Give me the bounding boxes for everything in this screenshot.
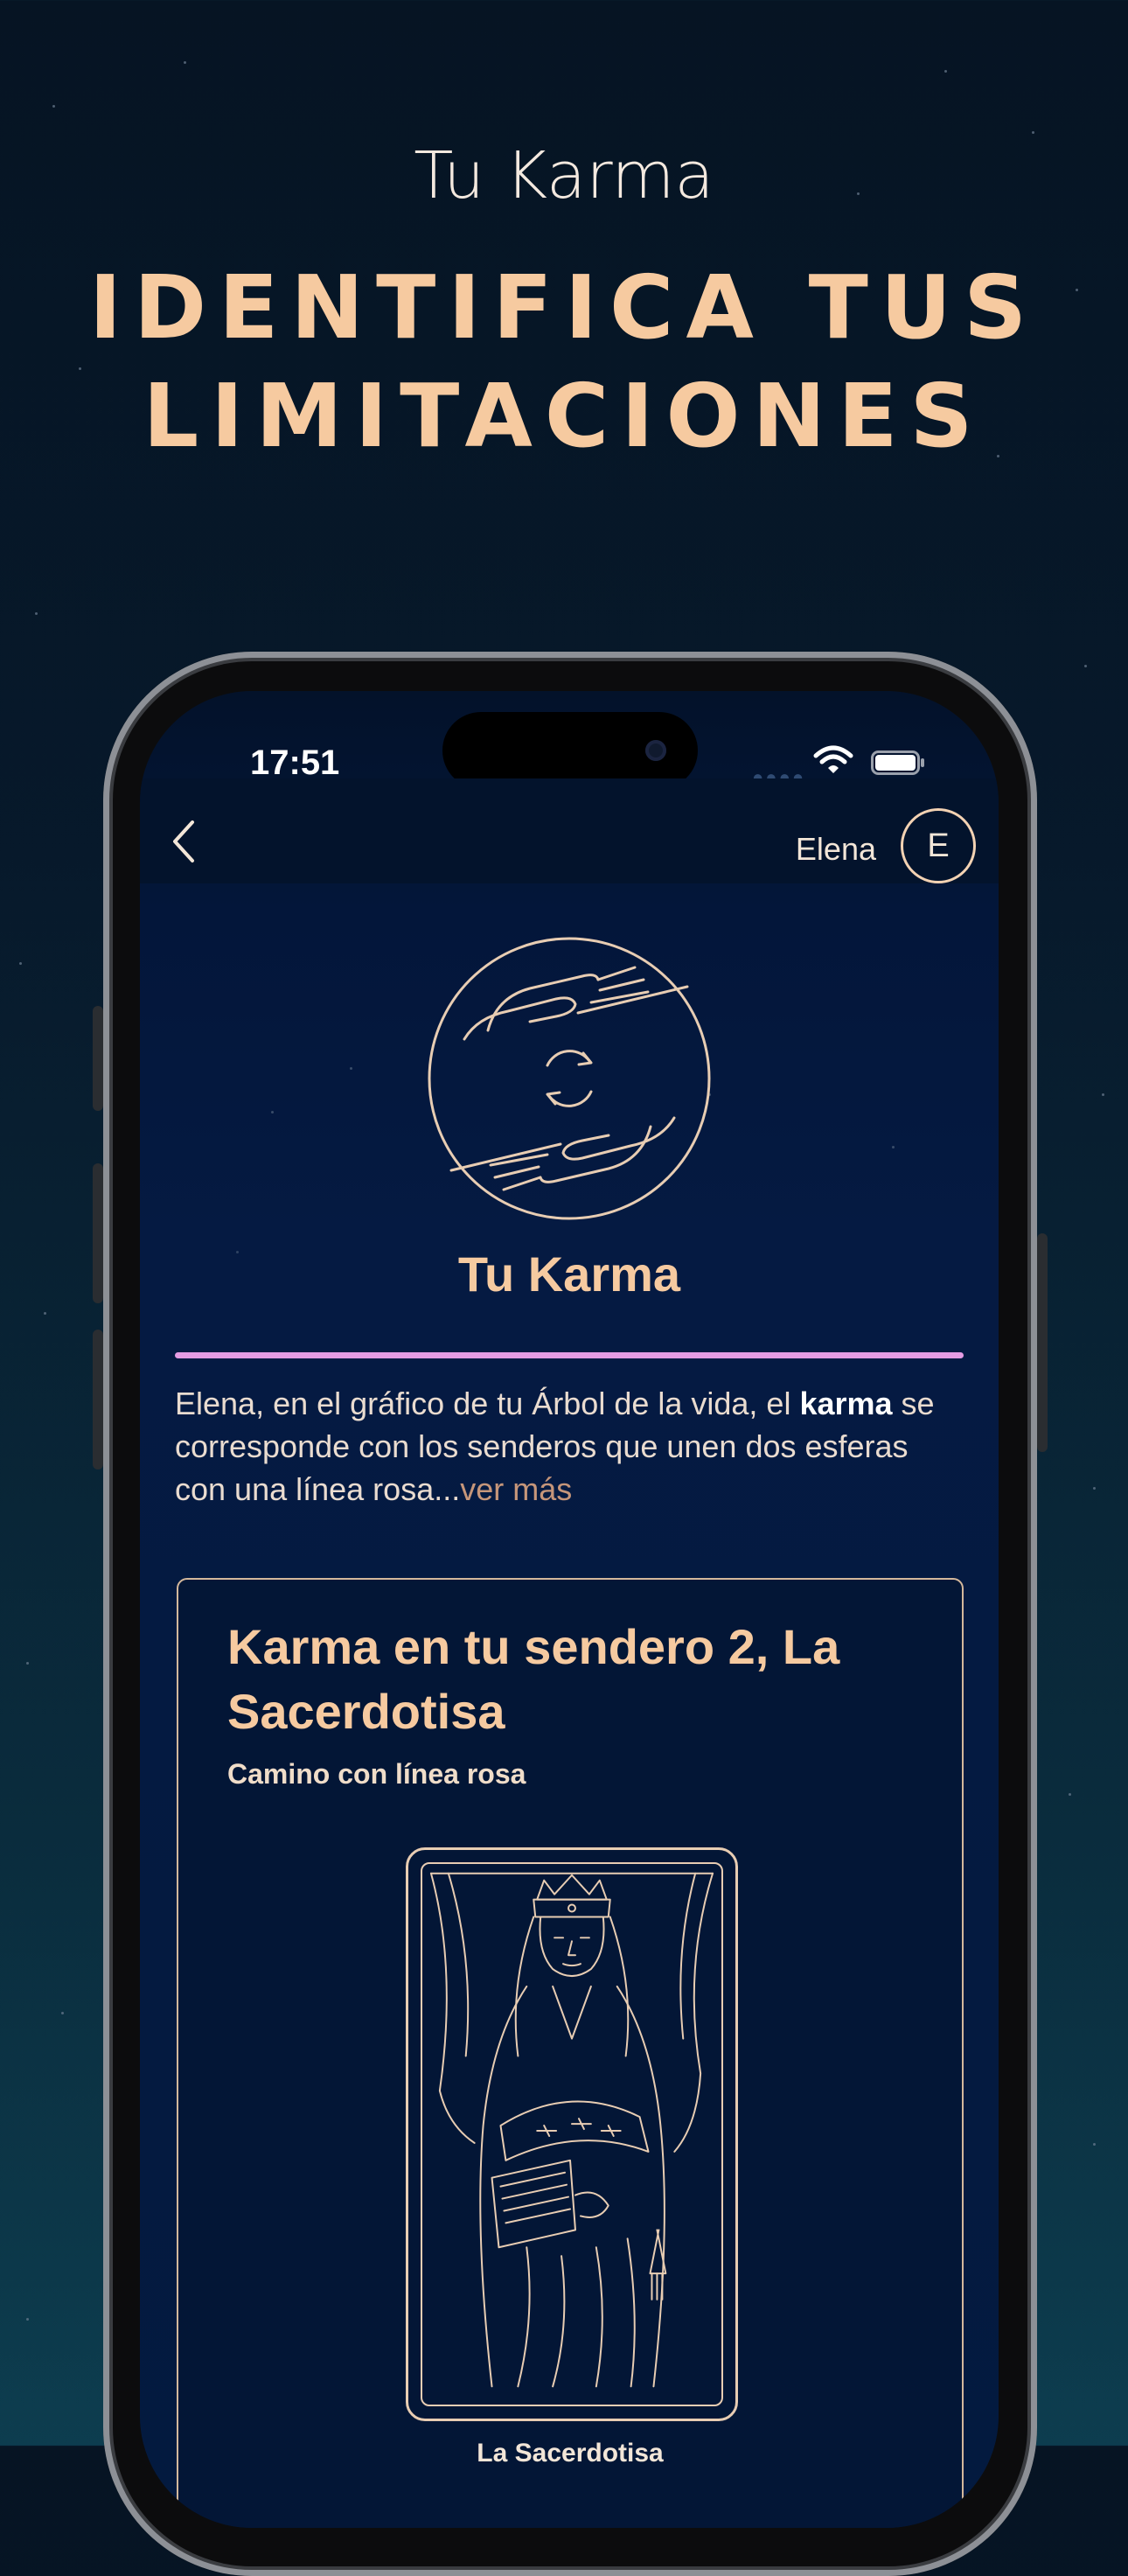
screen-star <box>350 1067 352 1070</box>
phone-volume-down-button <box>93 1330 103 1470</box>
hero-headline: IDENTIFICA TUS LIMITACIONES <box>0 254 1128 471</box>
intro-text: Elena, en el gráfico de tu Árbol de la v… <box>175 1382 964 1511</box>
hero-headline-line-1: IDENTIFICA TUS <box>88 256 1040 359</box>
karma-hands-icon <box>428 937 711 1220</box>
phone-screen: 17:51 ●●●● Elena E Tu Karma Elena, en el… <box>140 691 999 2528</box>
intro-text-bold: karma <box>799 1386 893 1421</box>
dynamic-island <box>442 712 698 789</box>
phone-action-button <box>93 1006 103 1111</box>
phone-volume-up-button <box>93 1163 103 1303</box>
tarot-card-image[interactable] <box>406 1847 738 2421</box>
nav-bar: Elena E <box>140 778 999 883</box>
wifi-icon <box>813 745 853 773</box>
hero-eyebrow: Tu Karma <box>414 138 714 213</box>
karma-path-card[interactable]: Karma en tu sendero 2, La Sacerdotisa Ca… <box>177 1578 964 2528</box>
card-subtitle: Camino con línea rosa <box>227 1758 526 1790</box>
screen-star <box>271 1111 274 1113</box>
avatar[interactable]: E <box>901 808 976 883</box>
chevron-left-icon[interactable] <box>166 815 201 868</box>
section-title: Tu Karma <box>457 1246 681 1302</box>
phone-power-button <box>1037 1233 1048 1452</box>
tarot-card-inner-frame <box>421 1862 723 2406</box>
user-name: Elena <box>795 831 876 867</box>
status-bar: 17:51 ●●●● <box>140 691 999 789</box>
pink-divider <box>175 1352 964 1358</box>
read-more-link[interactable]: ver más <box>460 1471 572 1507</box>
card-title: Karma en tu sendero 2, La Sacerdotisa <box>227 1619 840 1739</box>
intro-text-start: Elena, en el gráfico de tu Árbol de la v… <box>175 1386 800 1421</box>
status-time: 17:51 <box>250 743 340 782</box>
la-sacerdotisa-illustration <box>429 1872 714 2388</box>
screen-star <box>892 1146 895 1148</box>
battery-icon <box>871 750 924 775</box>
tarot-caption: La Sacerdotisa <box>477 2439 664 2468</box>
front-camera <box>645 740 666 761</box>
hero-headline-line-2: LIMITACIONES <box>143 365 985 467</box>
